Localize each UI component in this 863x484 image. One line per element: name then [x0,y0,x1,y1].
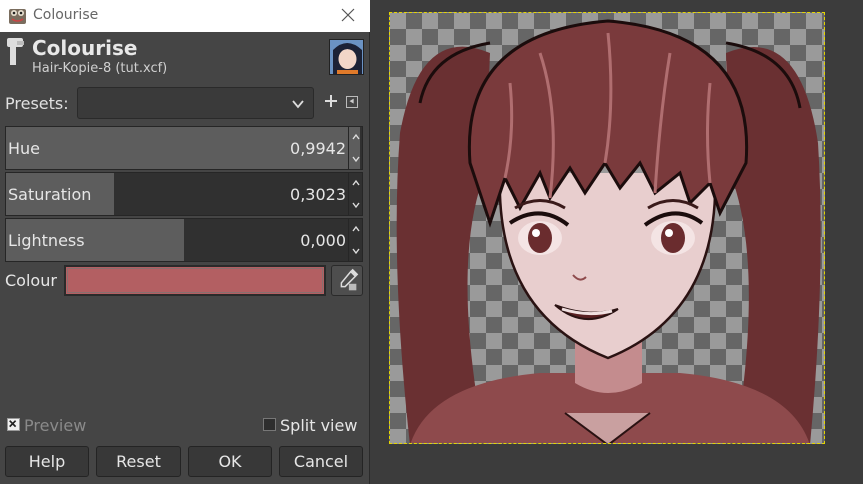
lightness-label: Lightness [8,231,85,250]
saturation-value[interactable]: 0,3023 [290,185,346,204]
presets-menu-icon[interactable] [346,96,358,108]
presets-dropdown[interactable] [77,87,314,119]
arrow-down-icon[interactable] [351,154,361,164]
colour-swatch-button[interactable] [64,265,326,296]
colourised-portrait [396,19,821,443]
window-title: Colourise [33,7,99,23]
title-bar: Colourise [0,0,370,32]
colour-swatch-fill [67,268,323,293]
lightness-stepper[interactable] [348,219,362,261]
arrow-up-icon[interactable] [351,224,361,234]
reset-button[interactable]: Reset [96,446,181,477]
saturation-label: Saturation [8,185,92,204]
color-picker-button[interactable] [331,265,363,296]
arrow-up-icon[interactable] [351,178,361,188]
layer-name: Hair-Kopie-8 (tut.xcf) [32,61,168,76]
arrow-down-icon[interactable] [351,246,361,256]
image-thumbnail [329,39,364,75]
gimp-app-icon [9,9,26,24]
hue-value[interactable]: 0,9942 [290,139,346,158]
dialog-title: Colourise [32,36,138,60]
dialog-header: Colourise Hair-Kopie-8 (tut.xcf) [0,32,370,80]
saturation-stepper[interactable] [348,173,362,215]
colourise-tool-icon [7,38,24,65]
arrow-down-icon[interactable] [351,200,361,210]
eyedropper-icon [340,268,359,291]
colour-label: Colour [5,271,57,290]
close-icon[interactable] [338,5,358,25]
saturation-slider[interactable]: Saturation 0,3023 [5,172,363,216]
split-view-label: Split view [280,416,358,435]
colourise-dialog: Colourise Colourise Hair-Kopie-8 (tut.xc… [0,0,370,484]
image-canvas[interactable] [389,12,825,444]
lightness-value[interactable]: 0,000 [300,231,346,250]
hue-label: Hue [8,139,41,158]
help-button[interactable]: Help [5,446,89,477]
ok-button[interactable]: OK [188,446,272,477]
lightness-slider[interactable]: Lightness 0,000 [5,218,363,262]
arrow-up-icon[interactable] [351,132,361,142]
hue-stepper[interactable] [348,127,362,169]
cancel-button[interactable]: Cancel [279,446,363,477]
hue-slider[interactable]: Hue 0,9942 [5,126,363,170]
split-view-checkbox[interactable] [263,418,276,431]
preview-checkbox[interactable] [7,418,20,431]
chevron-down-icon [292,100,304,109]
presets-label: Presets: [5,94,69,113]
add-preset-icon[interactable] [323,93,339,111]
preview-label: Preview [24,416,87,435]
